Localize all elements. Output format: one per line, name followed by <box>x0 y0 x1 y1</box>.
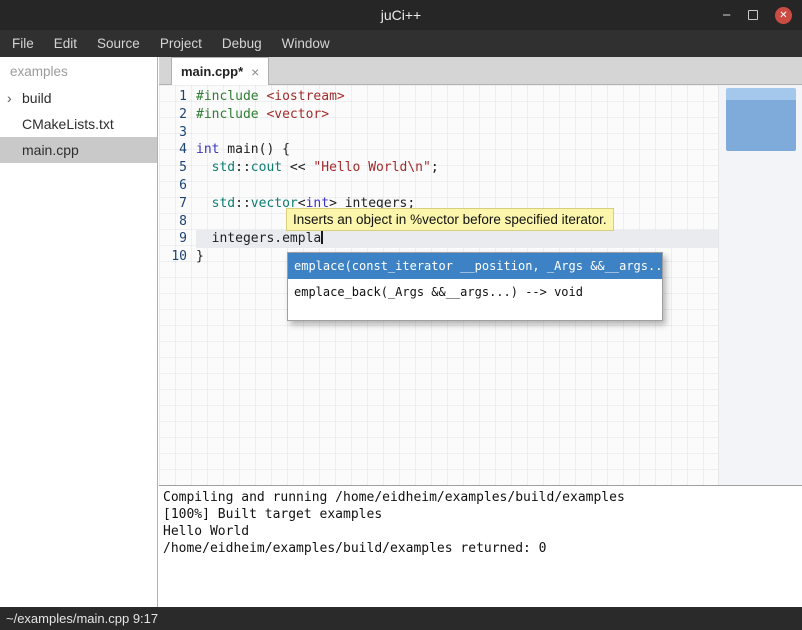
scrollbar-thumb[interactable] <box>726 88 796 151</box>
code-token: #include <box>196 107 266 122</box>
code-token: std <box>212 196 235 211</box>
code-text: int main() { <box>196 141 718 159</box>
sidebar-item-label: CMakeLists.txt <box>22 116 114 132</box>
project-name-header: examples <box>0 57 157 85</box>
output-line: Compiling and running /home/eidheim/exam… <box>163 489 802 506</box>
output-line: /home/eidheim/examples/build/examples re… <box>163 540 802 557</box>
output-line: [100%] Built target examples <box>163 506 802 523</box>
line-number: 4 <box>159 141 196 159</box>
code-line[interactable]: 6 <box>159 177 718 195</box>
code-token: int <box>196 142 219 157</box>
tab-main-cpp[interactable]: main.cpp* × <box>171 57 269 85</box>
code-token: <vector> <box>266 107 329 122</box>
code-token: :: <box>235 196 251 211</box>
code-token: "Hello World\n" <box>313 160 430 175</box>
line-number: 7 <box>159 195 196 213</box>
code-text <box>196 177 718 195</box>
code-text: #include <iostream> <box>196 88 718 106</box>
autocomplete-item[interactable]: emplace(const_iterator __position, _Args… <box>288 253 662 279</box>
code-line[interactable]: 2#include <vector> <box>159 106 718 124</box>
output-line: Hello World <box>163 523 802 540</box>
menu-source[interactable]: Source <box>87 30 150 57</box>
chevron-right-icon[interactable]: › <box>7 85 12 111</box>
status-bar: ~/examples/main.cpp 9:17 <box>0 607 802 630</box>
code-text: #include <vector> <box>196 106 718 124</box>
line-number: 9 <box>159 230 196 248</box>
code-token: << <box>282 160 313 175</box>
code-text: integers.empla <box>196 230 718 248</box>
code-lines: 1#include <iostream>2#include <vector>34… <box>159 88 718 266</box>
close-button[interactable]: ✕ <box>775 7 792 24</box>
sidebar-item-cmakelists[interactable]: CMakeLists.txt <box>0 111 157 137</box>
code-line[interactable]: 1#include <iostream> <box>159 88 718 106</box>
code-text <box>196 124 718 142</box>
code-token: integers.empla <box>196 231 321 246</box>
status-file-position: ~/examples/main.cpp 9:17 <box>6 611 158 626</box>
line-number: 10 <box>159 248 196 266</box>
sidebar-item-main-cpp[interactable]: main.cpp <box>0 137 157 163</box>
menu-project[interactable]: Project <box>150 30 212 57</box>
application-window: juCi++ − ✕ File Edit Source Project Debu… <box>0 0 802 630</box>
title-bar[interactable]: juCi++ − ✕ <box>0 0 802 30</box>
restore-icon[interactable] <box>748 10 758 20</box>
line-number: 3 <box>159 124 196 142</box>
code-token: ; <box>431 160 439 175</box>
text-cursor <box>321 230 323 244</box>
file-tree-sidebar: examples › build CMakeLists.txt main.cpp <box>0 57 158 607</box>
code-line[interactable]: 3 <box>159 124 718 142</box>
line-number: 6 <box>159 177 196 195</box>
code-token: cout <box>251 160 282 175</box>
code-token: :: <box>235 160 251 175</box>
menu-file[interactable]: File <box>2 30 44 57</box>
window-title: juCi++ <box>0 0 802 30</box>
code-line[interactable]: 9 integers.empla <box>159 230 718 248</box>
code-token: <iostream> <box>266 89 344 104</box>
menu-window[interactable]: Window <box>272 30 340 57</box>
scrollbar-track[interactable] <box>718 85 802 485</box>
sidebar-item-build[interactable]: › build <box>0 85 157 111</box>
tab-close-icon[interactable]: × <box>251 64 259 80</box>
autocomplete-popup: emplace(const_iterator __position, _Args… <box>287 252 663 321</box>
autocomplete-item[interactable]: emplace_back(_Args &&__args...) --> void <box>288 279 662 305</box>
menu-bar: File Edit Source Project Debug Window <box>0 30 802 57</box>
code-line[interactable]: 4int main() { <box>159 141 718 159</box>
menu-debug[interactable]: Debug <box>212 30 272 57</box>
code-token: #include <box>196 89 266 104</box>
code-token: } <box>196 249 204 264</box>
window-controls: − ✕ <box>722 0 792 30</box>
documentation-tooltip: Inserts an object in %vector before spec… <box>286 208 614 231</box>
menu-edit[interactable]: Edit <box>44 30 87 57</box>
output-panel[interactable]: Compiling and running /home/eidheim/exam… <box>159 485 802 607</box>
line-number: 8 <box>159 213 196 231</box>
code-token: std <box>212 160 235 175</box>
code-token <box>196 196 212 211</box>
sidebar-item-label: main.cpp <box>22 142 79 158</box>
line-number: 1 <box>159 88 196 106</box>
sidebar-item-label: build <box>22 90 52 106</box>
code-text: std::cout << "Hello World\n"; <box>196 159 718 177</box>
tab-bar: main.cpp* × <box>159 57 802 85</box>
tab-label: main.cpp* <box>181 64 243 79</box>
minimize-button[interactable]: − <box>722 8 731 23</box>
code-token: main() { <box>219 142 289 157</box>
line-number: 5 <box>159 159 196 177</box>
code-line[interactable]: 5 std::cout << "Hello World\n"; <box>159 159 718 177</box>
code-token <box>196 160 212 175</box>
line-number: 2 <box>159 106 196 124</box>
